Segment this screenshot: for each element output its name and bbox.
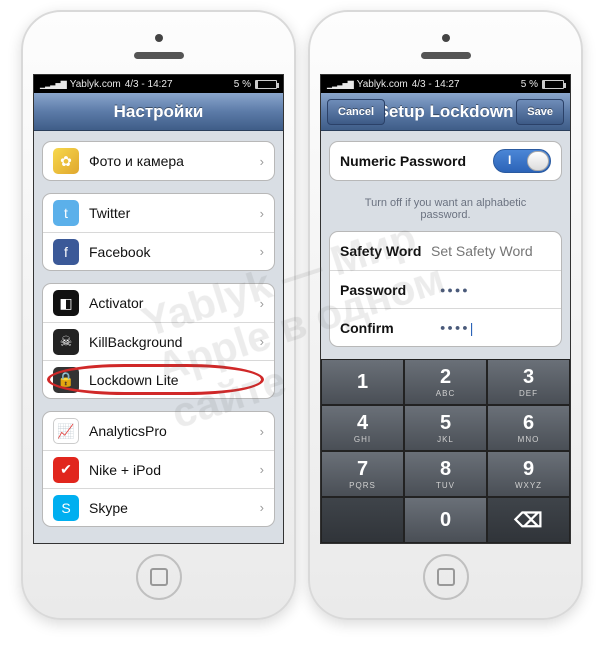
key-blank <box>321 497 404 543</box>
carrier-label: Yablyk.com <box>357 79 408 90</box>
chevron-right-icon: › <box>260 296 264 311</box>
password-label: Password <box>340 282 440 298</box>
key-2[interactable]: 2ABC <box>404 359 487 405</box>
page-title: Настройки <box>114 102 204 122</box>
battery-icon <box>255 80 277 89</box>
battery-label: 5 % <box>234 79 251 90</box>
row-safety-word[interactable]: Safety Word <box>330 232 561 270</box>
key-5[interactable]: 5JKL <box>404 405 487 451</box>
signal-icon <box>327 79 353 90</box>
app-icon: ✔ <box>53 457 79 483</box>
chevron-right-icon: › <box>260 206 264 221</box>
numeric-keypad: 12ABC3DEF 4GHI5JKL6MNO 7PQRS8TUV9WXYZ0⌫ <box>321 359 570 543</box>
status-bar: Yablyk.com 4/3 - 14:27 5 % <box>321 75 570 93</box>
numeric-password-label: Numeric Password <box>340 153 466 169</box>
row-label: KillBackground <box>89 334 182 350</box>
app-icon: ☠ <box>53 329 79 355</box>
safety-word-label: Safety Word <box>340 243 431 259</box>
row-label: Facebook <box>89 244 150 260</box>
app-icon: ✿ <box>53 148 79 174</box>
time-label: 4/3 - 14:27 <box>125 79 173 90</box>
chevron-right-icon: › <box>260 500 264 515</box>
phone-left: Yablyk.com 4/3 - 14:27 5 % Настройки ✿ Фот… <box>21 10 296 620</box>
key-0[interactable]: 0 <box>404 497 487 543</box>
row-skype[interactable]: S Skype › <box>43 488 274 526</box>
row-nike[interactable]: ✔ Nike + iPod › <box>43 450 274 488</box>
confirm-label: Confirm <box>340 320 440 336</box>
chevron-right-icon: › <box>260 462 264 477</box>
app-icon: f <box>53 239 79 265</box>
app-icon: 🔒 <box>53 367 79 393</box>
phone-right: Yablyk.com 4/3 - 14:27 5 % Cancel Setup L… <box>308 10 583 620</box>
row-facebook[interactable]: f Facebook › <box>43 232 274 270</box>
row-label: Skype <box>89 500 128 516</box>
key-6[interactable]: 6MNO <box>487 405 570 451</box>
row-label: AnalyticsPro <box>89 423 167 439</box>
app-icon: t <box>53 200 79 226</box>
settings-list[interactable]: ✿ Фото и камера › t Twitter › f Facebook › ◧ Activ… <box>34 131 283 543</box>
row-killbg[interactable]: ☠ KillBackground › <box>43 322 274 360</box>
safety-word-input[interactable] <box>431 243 551 259</box>
nav-bar: Настройки <box>34 93 283 131</box>
app-icon: ◧ <box>53 290 79 316</box>
home-button[interactable] <box>423 554 469 600</box>
password-value: ●●●● <box>440 285 470 295</box>
row-lockdown[interactable]: 🔒 Lockdown Lite › <box>43 360 274 398</box>
page-title: Setup Lockdown <box>378 102 514 122</box>
numeric-password-toggle[interactable] <box>493 149 551 173</box>
row-password[interactable]: Password ●●●● <box>330 270 561 308</box>
key-9[interactable]: 9WXYZ <box>487 451 570 497</box>
chevron-right-icon: › <box>260 154 264 169</box>
chevron-right-icon: › <box>260 372 264 387</box>
row-confirm[interactable]: Confirm ●●●●| <box>330 308 561 346</box>
row-numeric-password[interactable]: Numeric Password <box>330 142 561 180</box>
battery-icon <box>542 80 564 89</box>
row-label: Activator <box>89 295 143 311</box>
battery-label: 5 % <box>521 79 538 90</box>
key-8[interactable]: 8TUV <box>404 451 487 497</box>
key-4[interactable]: 4GHI <box>321 405 404 451</box>
row-analytics[interactable]: 📈 AnalyticsPro › <box>43 412 274 450</box>
row-label: Lockdown Lite <box>89 372 179 388</box>
chevron-right-icon: › <box>260 424 264 439</box>
row-label: Twitter <box>89 205 130 221</box>
row-activator[interactable]: ◧ Activator › <box>43 284 274 322</box>
cancel-button[interactable]: Cancel <box>327 99 385 125</box>
numeric-hint: Turn off if you want an alphabetic passw… <box>329 193 562 231</box>
screen-settings: Yablyk.com 4/3 - 14:27 5 % Настройки ✿ Фот… <box>33 74 284 544</box>
key-7[interactable]: 7PQRS <box>321 451 404 497</box>
screen-lockdown: Yablyk.com 4/3 - 14:27 5 % Cancel Setup L… <box>320 74 571 544</box>
confirm-value: ●●●●| <box>440 320 475 336</box>
row-photo[interactable]: ✿ Фото и камера › <box>43 142 274 180</box>
chevron-right-icon: › <box>260 244 264 259</box>
key-1[interactable]: 1 <box>321 359 404 405</box>
key-backspace[interactable]: ⌫ <box>487 497 570 543</box>
key-3[interactable]: 3DEF <box>487 359 570 405</box>
setup-form: Numeric Password Turn off if you want an… <box>321 131 570 359</box>
home-button[interactable] <box>136 554 182 600</box>
signal-icon <box>40 79 66 90</box>
nav-bar: Cancel Setup Lockdown Save <box>321 93 570 131</box>
app-icon: 📈 <box>53 418 79 444</box>
time-label: 4/3 - 14:27 <box>412 79 460 90</box>
row-label: Nike + iPod <box>89 462 161 478</box>
save-button[interactable]: Save <box>516 99 564 125</box>
row-label: Фото и камера <box>89 153 184 169</box>
row-twitter[interactable]: t Twitter › <box>43 194 274 232</box>
carrier-label: Yablyk.com <box>70 79 121 90</box>
status-bar: Yablyk.com 4/3 - 14:27 5 % <box>34 75 283 93</box>
app-icon: S <box>53 495 79 521</box>
chevron-right-icon: › <box>260 334 264 349</box>
